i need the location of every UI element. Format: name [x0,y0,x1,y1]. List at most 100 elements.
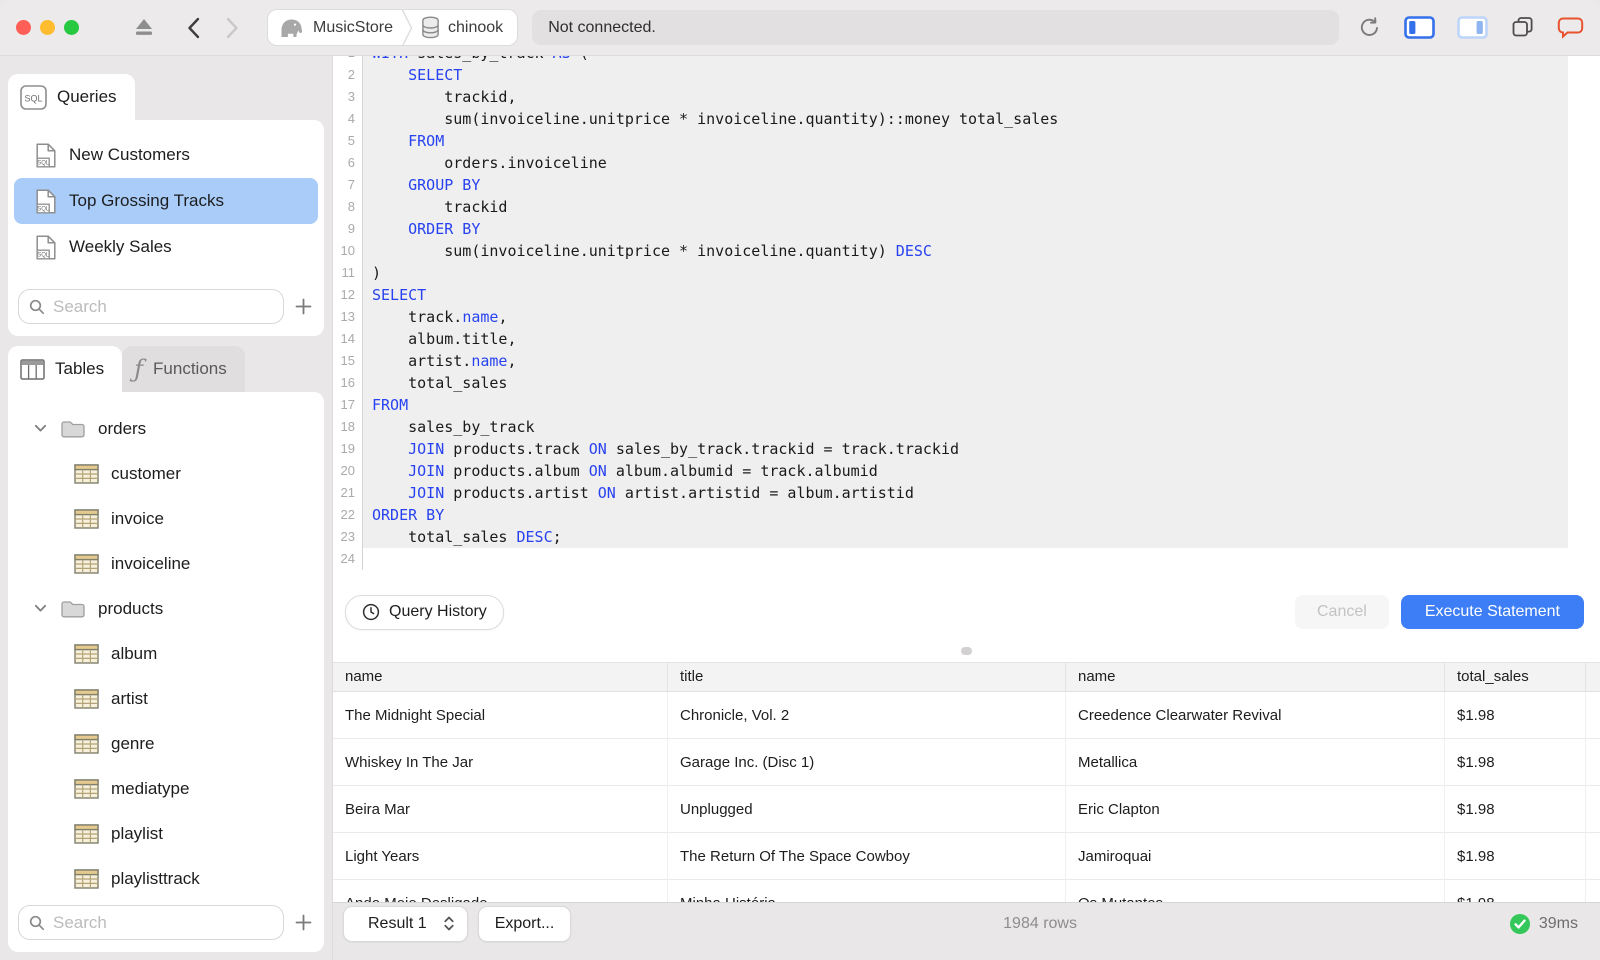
results-column-header[interactable]: name [1066,663,1445,691]
query-item-weekly-sales[interactable]: SQL Weekly Sales [14,224,318,270]
tree-table-invoiceline[interactable]: invoiceline [8,541,324,586]
code-line-8[interactable]: 8 trackid [333,196,1600,218]
code-line-11[interactable]: 11) [333,262,1600,284]
tree-table-playlist[interactable]: playlist [8,811,324,856]
results-column-header[interactable]: title [668,663,1066,691]
windows-icon[interactable] [1510,15,1535,40]
query-history-button[interactable]: Query History [345,594,504,630]
forward-button[interactable] [226,17,239,39]
sql-file-icon: SQL [36,188,56,214]
add-table-button[interactable] [292,914,314,931]
table-cell[interactable]: Eric Clapton [1066,786,1445,833]
code-line-16[interactable]: 16 total_sales [333,372,1600,394]
breadcrumb-divider [401,9,413,46]
table-row[interactable]: The Midnight Special Chronicle, Vol. 2 Cre… [333,692,1600,739]
result-selector[interactable]: Result 1 [343,905,468,942]
code-line-4[interactable]: 4 sum(invoiceline.unitprice * invoicelin… [333,108,1600,130]
code-line-20[interactable]: 20 JOIN products.album ON album.albumid … [333,460,1600,482]
result-selector-label: Result 1 [368,914,427,932]
tree-folder-orders[interactable]: orders [8,406,324,451]
code-line-13[interactable]: 13 track.name, [333,306,1600,328]
code-line-12[interactable]: 12 SELECT [333,284,1600,306]
refresh-icon[interactable] [1357,15,1382,40]
table-cell[interactable]: $1.98 [1445,786,1586,833]
feedback-bubble-icon[interactable] [1557,15,1584,40]
tree-table-genre[interactable]: genre [8,721,324,766]
table-row[interactable]: Light Years The Return Of The Space Cowbo… [333,833,1600,880]
table-cell[interactable]: Unplugged [668,786,1066,833]
code-line-2[interactable]: 2 SELECT [333,64,1600,86]
sql-editor[interactable]: 1WITH sales_by_track AS (2 SELECT3 track… [333,56,1600,584]
tables-search-input[interactable] [53,912,273,933]
table-cell[interactable]: Os Mutantes [1066,880,1445,902]
table-cell[interactable]: Metallica [1066,739,1445,786]
close-window-button[interactable] [16,20,31,35]
table-row[interactable]: Beira Mar Unplugged Eric Clapton $1.98 [333,786,1600,833]
table-cell[interactable]: $1.98 [1445,692,1586,739]
table-row[interactable]: Ando Meio DesligadoMinha HistóriaOs Muta… [333,880,1600,902]
code-line-17[interactable]: 17 FROM [333,394,1600,416]
table-cell[interactable]: Chronicle, Vol. 2 [668,692,1066,739]
toggle-right-sidebar-icon[interactable] [1457,15,1488,40]
chevron-down-icon[interactable] [34,604,48,613]
table-cell[interactable]: The Midnight Special [333,692,668,739]
code-line-9[interactable]: 9 ORDER BY [333,218,1600,240]
toggle-left-sidebar-icon[interactable] [1404,15,1435,40]
execute-statement-button[interactable]: Execute Statement [1400,595,1584,629]
code-line-3[interactable]: 3 trackid, [333,86,1600,108]
tree-table-playlisttrack[interactable]: playlisttrack [8,856,324,901]
tree-table-customer[interactable]: customer [8,451,324,496]
code-line-14[interactable]: 14 album.title, [333,328,1600,350]
code-line-6[interactable]: 6 orders.invoiceline [333,152,1600,174]
code-line-23[interactable]: 23 total_sales DESC; [333,526,1600,548]
table-cell[interactable]: Beira Mar [333,786,668,833]
code-line-7[interactable]: 7 GROUP BY [333,174,1600,196]
cancel-button[interactable]: Cancel [1295,595,1389,629]
tab-tables[interactable]: Tables [8,346,123,392]
disconnect-eject-icon[interactable] [133,17,155,38]
table-cell[interactable]: Creedence Clearwater Revival [1066,692,1445,739]
code-line-1[interactable]: 1WITH sales_by_track AS ( [333,56,1600,64]
connection-status: Not connected. [532,10,1339,45]
code-line-21[interactable]: 21 JOIN products.artist ON artist.artist… [333,482,1600,504]
table-cell[interactable]: Ando Meio Desligado [333,880,668,902]
tab-functions[interactable]: ƒ Functions [122,346,245,392]
code-line-10[interactable]: 10 sum(invoiceline.unitprice * invoiceli… [333,240,1600,262]
results-column-header[interactable]: name [333,663,668,691]
code-line-15[interactable]: 15 artist.name, [333,350,1600,372]
code-line-18[interactable]: 18 sales_by_track [333,416,1600,438]
zoom-window-button[interactable] [64,20,79,35]
breadcrumb-database[interactable]: chinook [421,16,503,39]
queries-search-input[interactable] [53,296,273,317]
code-line-19[interactable]: 19 JOIN products.track ON sales_by_track… [333,438,1600,460]
code-line-24[interactable]: 24 [333,548,1600,570]
query-item-top-grossing-tracks[interactable]: SQL Top Grossing Tracks [14,178,318,224]
table-row[interactable]: Whiskey In The Jar Garage Inc. (Disc 1) Me… [333,739,1600,786]
table-cell[interactable]: $1.98 [1445,833,1586,880]
table-cell[interactable]: Light Years [333,833,668,880]
export-button[interactable]: Export... [477,905,572,942]
chevron-down-icon[interactable] [34,424,48,433]
code-line-22[interactable]: 22 ORDER BY [333,504,1600,526]
results-splitter[interactable] [333,640,1600,662]
tab-queries[interactable]: SQL Queries [8,74,135,120]
breadcrumb-server[interactable]: MusicStore [278,16,393,39]
table-cell[interactable]: The Return Of The Space Cowboy [668,833,1066,880]
tree-folder-products[interactable]: products [8,586,324,631]
back-button[interactable] [187,17,200,39]
tree-table-album[interactable]: album [8,631,324,676]
table-cell[interactable]: Minha História [668,880,1066,902]
table-cell[interactable]: $1.98 [1445,880,1586,902]
table-cell[interactable]: Garage Inc. (Disc 1) [668,739,1066,786]
code-line-5[interactable]: 5 FROM [333,130,1600,152]
tree-table-invoice[interactable]: invoice [8,496,324,541]
results-column-header[interactable]: total_sales [1445,663,1586,691]
table-cell[interactable]: $1.98 [1445,739,1586,786]
add-query-button[interactable] [292,298,314,315]
tree-table-mediatype[interactable]: mediatype [8,766,324,811]
query-item-new-customers[interactable]: SQL New Customers [14,132,318,178]
table-cell[interactable]: Whiskey In The Jar [333,739,668,786]
tree-table-artist[interactable]: artist [8,676,324,721]
table-cell[interactable]: Jamiroquai [1066,833,1445,880]
minimize-window-button[interactable] [40,20,55,35]
